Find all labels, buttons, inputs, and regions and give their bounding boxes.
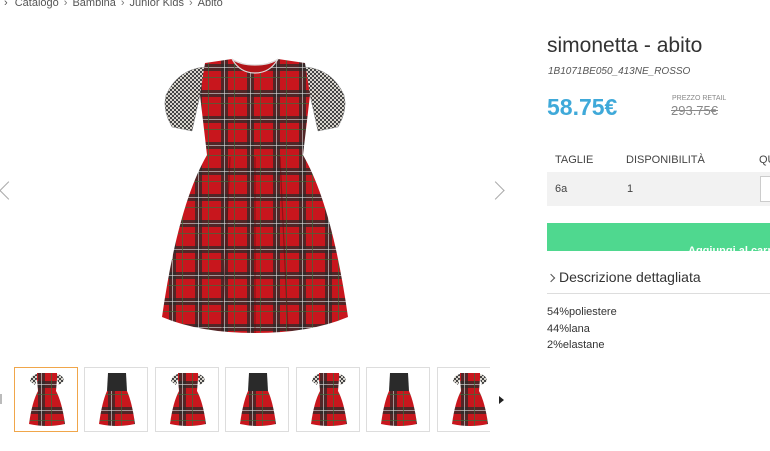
header-quantita: QUANTITÀ xyxy=(759,154,770,166)
retail-price: 293.75€ xyxy=(671,103,718,118)
header-taglie: TAGLIE xyxy=(555,154,594,166)
breadcrumb-separator: › xyxy=(188,0,193,9)
dress-thumbnail-icon xyxy=(170,373,206,426)
dress-thumbnail-icon xyxy=(381,373,417,426)
size-table-header: TAGLIE DISPONIBILITÀ QUANTITÀ xyxy=(547,148,770,172)
retail-price-label: PREZZO RETAIL xyxy=(672,95,727,102)
thumbnail-next-arrow-icon[interactable] xyxy=(499,396,504,404)
next-image-arrow-icon[interactable] xyxy=(486,181,505,200)
thumbnail-6[interactable] xyxy=(366,367,430,432)
chevron-right-icon xyxy=(546,273,556,283)
thumbnail-4[interactable] xyxy=(225,367,289,432)
dress-thumbnail-icon xyxy=(99,373,135,426)
description-line: 54%poliestere xyxy=(547,306,617,318)
header-disponibilita: DISPONIBILITÀ xyxy=(626,154,705,166)
add-to-cart-label: Aggiungi al carrello xyxy=(688,245,770,251)
breadcrumb-separator: › xyxy=(120,0,125,9)
product-title: simonetta - abito xyxy=(547,34,703,57)
breadcrumb-bambina[interactable]: Bambina xyxy=(72,0,115,9)
dress-thumbnail-icon xyxy=(240,373,276,426)
availability-value: 1 xyxy=(627,183,634,195)
breadcrumb-prefix-icon: › xyxy=(4,0,8,9)
product-image xyxy=(162,58,348,333)
breadcrumb-current: Abito xyxy=(197,0,223,9)
thumbnail-3[interactable] xyxy=(155,367,219,432)
breadcrumb-separator: › xyxy=(63,0,68,9)
size-value: 6a xyxy=(555,183,568,195)
dress-thumbnail-icon xyxy=(452,373,488,426)
size-table: TAGLIE DISPONIBILITÀ QUANTITÀ 6a 1 xyxy=(547,148,770,206)
previous-image-arrow-icon[interactable] xyxy=(0,181,18,200)
description-line: 44%lana xyxy=(547,322,590,335)
description-toggle[interactable]: Descrizione dettagliata xyxy=(546,269,770,294)
product-sku: 1B1071BE050_413NE_ROSSO xyxy=(548,66,691,77)
thumbnail-1[interactable] xyxy=(14,367,78,432)
thumbnail-7[interactable] xyxy=(437,367,490,432)
product-price: 58.75€ xyxy=(547,94,618,120)
quantity-input[interactable] xyxy=(760,176,770,202)
description-heading: Descrizione dettagliata xyxy=(559,269,701,285)
thumbnail-strip xyxy=(14,367,490,434)
description-body: 54%poliestere 44%lana 2%elastane xyxy=(547,304,617,354)
dress-thumbnail-icon xyxy=(311,373,347,426)
dress-thumbnail-icon xyxy=(29,373,65,426)
thumbnail-2[interactable] xyxy=(84,367,148,432)
breadcrumb-junior-kids[interactable]: Junior Kids xyxy=(130,0,184,9)
thumbnail-5[interactable] xyxy=(296,367,360,432)
breadcrumb: › Catalogo › Bambina › Junior Kids › Abito xyxy=(4,0,223,9)
description-line: 2%elastane xyxy=(547,339,605,351)
table-row: 6a 1 xyxy=(547,172,770,206)
add-to-cart-button[interactable]: Aggiungi al carrello xyxy=(547,223,770,251)
breadcrumb-catalogo[interactable]: Catalogo xyxy=(15,0,59,9)
thumbnail-scrollbar xyxy=(0,394,2,404)
